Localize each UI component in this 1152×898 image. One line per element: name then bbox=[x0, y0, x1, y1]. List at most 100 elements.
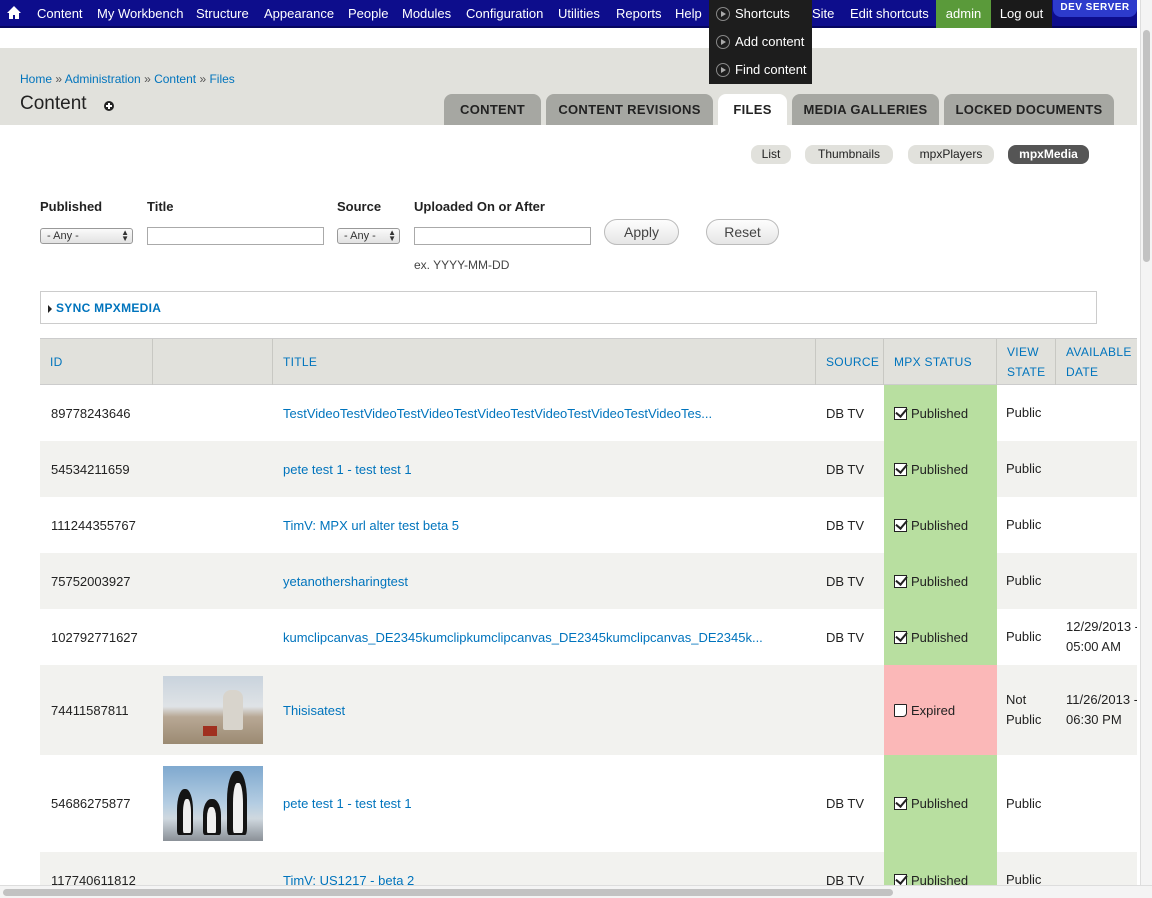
table-row: 54534211659 pete test 1 - test test 1 DB… bbox=[40, 441, 1137, 497]
expired-note-icon bbox=[894, 703, 907, 717]
uploaded-date-input[interactable] bbox=[414, 227, 591, 245]
toolbar-item-reports[interactable]: Reports bbox=[616, 0, 662, 28]
row-source: DB TV bbox=[826, 517, 865, 533]
row-status: Published bbox=[884, 385, 997, 441]
shortcuts-menu-toggle[interactable]: Shortcuts bbox=[716, 4, 790, 24]
shortcut-arrow-icon bbox=[716, 7, 730, 21]
reset-button[interactable]: Reset bbox=[706, 219, 779, 245]
row-title-link[interactable]: Thisisatest bbox=[283, 665, 345, 755]
edit-shortcuts-link[interactable]: Edit shortcuts bbox=[850, 0, 929, 28]
tab-media-galleries[interactable]: MEDIA GALLERIES bbox=[792, 94, 939, 125]
tab-content[interactable]: CONTENT bbox=[444, 94, 541, 125]
row-view-state: Public bbox=[1006, 795, 1042, 811]
row-available-date bbox=[1066, 441, 1137, 497]
row-view-state: Public bbox=[1006, 872, 1042, 886]
row-status: Published bbox=[884, 441, 997, 497]
breadcrumb-content[interactable]: Content bbox=[154, 72, 196, 86]
table-header: ID TITLE SOURCE MPX STATUS VIEW STATE AV… bbox=[40, 338, 1137, 385]
column-header-source[interactable]: SOURCE bbox=[816, 339, 884, 385]
breadcrumb-home[interactable]: Home bbox=[20, 72, 52, 86]
published-check-icon bbox=[894, 630, 907, 644]
sync-mpxmedia-legend[interactable]: SYNC MPXMEDIA bbox=[56, 301, 161, 315]
row-view-state: Public bbox=[1006, 629, 1042, 644]
media-table: ID TITLE SOURCE MPX STATUS VIEW STATE AV… bbox=[40, 338, 1137, 886]
view-thumbnails-button[interactable]: Thumbnails bbox=[805, 145, 893, 164]
shortcut-add-content[interactable]: Add content bbox=[716, 32, 804, 52]
toolbar-item-content[interactable]: Content bbox=[37, 0, 83, 28]
row-available-date bbox=[1066, 553, 1137, 609]
view-mpxplayers-button[interactable]: mpxPlayers bbox=[908, 145, 994, 164]
thumbnail-image[interactable] bbox=[163, 766, 263, 841]
toolbar-item-site[interactable]: Site bbox=[812, 0, 834, 28]
row-status-label: Published bbox=[911, 573, 969, 589]
row-available-date bbox=[1066, 385, 1137, 441]
toolbar-item-help[interactable]: Help bbox=[675, 0, 702, 28]
row-id: 89778243646 bbox=[51, 405, 131, 421]
tab-locked-documents[interactable]: LOCKED DOCUMENTS bbox=[944, 94, 1114, 125]
row-title-link[interactable]: pete test 1 - test test 1 bbox=[283, 755, 412, 852]
shortcuts-label: Shortcuts bbox=[735, 6, 790, 21]
row-thumbnail[interactable] bbox=[163, 665, 263, 755]
table-row: 117740611812 TimV: US1217 - beta 2 DB TV… bbox=[40, 852, 1137, 886]
row-available-date bbox=[1066, 852, 1137, 886]
environment-badge: DEV SERVER bbox=[1053, 0, 1137, 17]
row-status-label: Published bbox=[911, 405, 969, 421]
toolbar-item-modules[interactable]: Modules bbox=[402, 0, 451, 28]
row-source: DB TV bbox=[826, 629, 865, 645]
table-row: 111244355767 TimV: MPX url alter test be… bbox=[40, 497, 1137, 553]
column-header-mpx-status[interactable]: MPX STATUS bbox=[884, 339, 997, 385]
published-select-value: - Any - bbox=[47, 230, 79, 242]
source-select[interactable]: - Any - ▲ ▼ bbox=[337, 228, 400, 244]
date-format-hint: ex. YYYY-MM-DD bbox=[414, 258, 510, 272]
toolbar-item-appearance[interactable]: Appearance bbox=[264, 0, 334, 28]
row-status: Published bbox=[884, 553, 997, 609]
row-title-link[interactable]: TimV: MPX url alter test beta 5 bbox=[283, 497, 459, 553]
column-header-available-date[interactable]: AVAILABLE DATE bbox=[1056, 339, 1137, 385]
view-list-button[interactable]: List bbox=[751, 145, 791, 164]
toolbar-item-utilities[interactable]: Utilities bbox=[558, 0, 600, 28]
row-title-link[interactable]: TestVideoTestVideoTestVideoTestVideoTest… bbox=[283, 385, 712, 441]
tab-files[interactable]: FILES bbox=[718, 94, 787, 125]
user-account-link[interactable]: admin bbox=[936, 0, 991, 28]
toolbar-item-configuration[interactable]: Configuration bbox=[466, 0, 543, 28]
title-input[interactable] bbox=[147, 227, 324, 245]
published-check-icon bbox=[894, 462, 907, 476]
add-shortcut-icon[interactable] bbox=[104, 101, 114, 111]
column-header-title[interactable]: TITLE bbox=[273, 339, 816, 385]
row-status: Published bbox=[884, 497, 997, 553]
published-select[interactable]: - Any - ▲ ▼ bbox=[40, 228, 133, 244]
apply-button[interactable]: Apply bbox=[604, 219, 679, 245]
row-title-link[interactable]: TimV: US1217 - beta 2 bbox=[283, 852, 414, 887]
column-header-view-state[interactable]: VIEW STATE bbox=[997, 339, 1056, 385]
column-header-id[interactable]: ID bbox=[40, 339, 153, 385]
row-title-link[interactable]: kumclipcanvas_DE2345kumclipkumclipcanvas… bbox=[283, 609, 763, 665]
row-status: Published bbox=[884, 609, 997, 665]
vertical-scrollbar[interactable] bbox=[1140, 0, 1152, 885]
row-view-state: Public bbox=[1006, 573, 1042, 588]
table-row: 102792771627 kumclipcanvas_DE2345kumclip… bbox=[40, 609, 1137, 665]
breadcrumb-administration[interactable]: Administration bbox=[65, 72, 141, 86]
horizontal-scrollbar-thumb[interactable] bbox=[3, 889, 893, 896]
row-title-link[interactable]: pete test 1 - test test 1 bbox=[283, 441, 412, 497]
row-view-state: Public bbox=[1006, 517, 1042, 532]
horizontal-scrollbar[interactable] bbox=[0, 885, 1152, 898]
toolbar-item-my-workbench[interactable]: My Workbench bbox=[97, 0, 183, 28]
breadcrumb-files[interactable]: Files bbox=[209, 72, 234, 86]
logout-link[interactable]: Log out bbox=[991, 0, 1052, 28]
view-mpxmedia-button[interactable]: mpxMedia bbox=[1008, 145, 1089, 164]
shortcut-find-content[interactable]: Find content bbox=[716, 60, 807, 80]
home-icon[interactable] bbox=[6, 5, 22, 21]
row-thumbnail[interactable] bbox=[163, 755, 263, 852]
sync-mpxmedia-fieldset[interactable]: SYNC MPXMEDIA bbox=[40, 291, 1097, 324]
row-status-label: Published bbox=[911, 629, 969, 645]
toolbar-item-structure[interactable]: Structure bbox=[196, 0, 249, 28]
tab-content-revisions[interactable]: CONTENT REVISIONS bbox=[546, 94, 713, 125]
thumbnail-image[interactable] bbox=[163, 676, 263, 744]
shortcut-label: Add content bbox=[735, 34, 805, 49]
toolbar-item-people[interactable]: People bbox=[348, 0, 388, 28]
shortcut-arrow-icon bbox=[716, 35, 730, 49]
row-title-link[interactable]: yetanothersharingtest bbox=[283, 553, 408, 609]
vertical-scrollbar-thumb[interactable] bbox=[1143, 30, 1150, 262]
select-arrows-icon: ▲ ▼ bbox=[388, 228, 396, 243]
row-view-state: Public bbox=[1006, 461, 1042, 476]
